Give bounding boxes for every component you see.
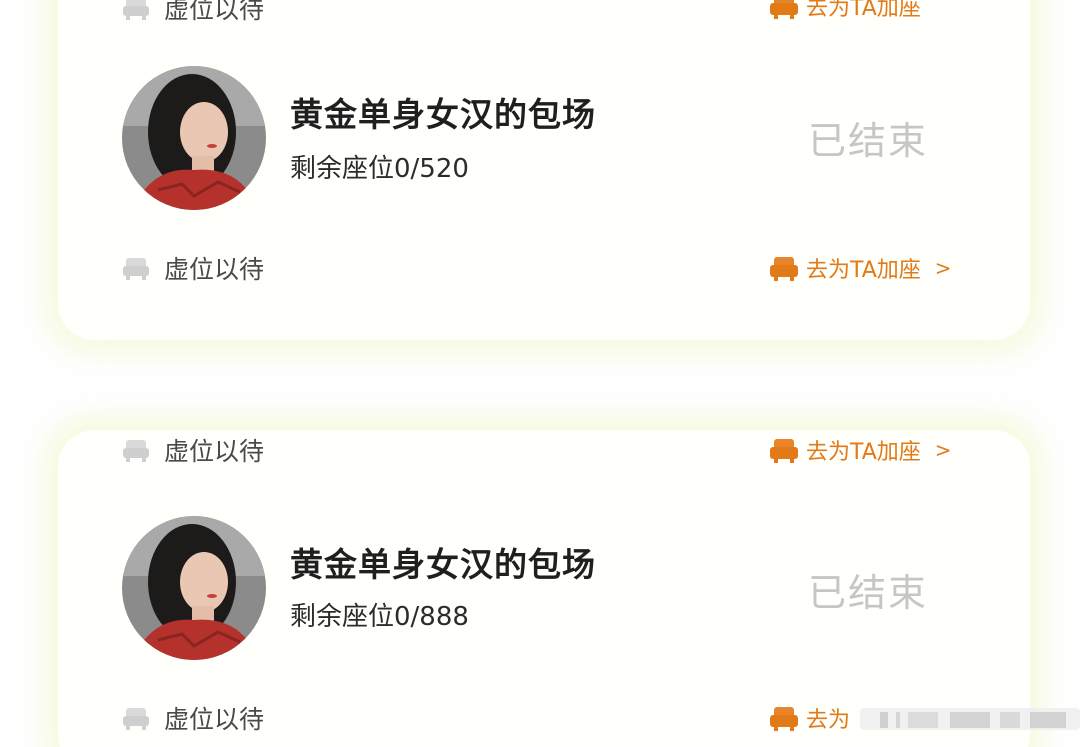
chevron-right-icon: > [934,438,952,462]
add-seat-label: 去为TA加座 [806,440,921,465]
remaining-seats: 剩余座位0/520 [290,154,469,184]
empty-seat-row: 虚位以待 [120,432,264,468]
add-seat-label: 去为 [806,708,851,733]
empty-seat-label: 虚位以待 [164,0,265,24]
armchair-filled-icon [770,707,798,731]
avatar-image [122,516,266,660]
screen: 虚位以待 去为TA加座 黄金单身女汉的包场 剩余座位0/520 已结束 虚位以待… [0,0,1086,747]
watermark [860,708,1080,730]
empty-seat-row: 虚位以待 [120,250,264,286]
add-seat-link[interactable]: 去为TA加座 > [768,252,952,284]
add-seat-link[interactable]: 去为 [768,702,850,734]
empty-seat-label: 虚位以待 [164,255,265,284]
armchair-filled-icon [770,439,798,463]
empty-seat-label: 虚位以待 [164,437,265,466]
empty-seat-row: 虚位以待 [120,700,264,736]
event-card[interactable]: 虚位以待 去为TA加座 黄金单身女汉的包场 剩余座位0/520 已结束 虚位以待… [58,0,1030,340]
event-title: 黄金单身女汉的包场 [290,95,596,134]
event-card[interactable]: 虚位以待 去为TA加座 > 黄金单身女汉的包场 剩余座位0/888 已结束 虚位… [58,430,1030,747]
chevron-right-icon: > [934,256,952,280]
add-seat-label: 去为TA加座 [806,0,921,21]
add-seat-label: 去为TA加座 [806,258,921,283]
armchair-outline-icon [123,0,149,20]
armchair-outline-icon [123,440,149,462]
empty-seat-row: 虚位以待 [120,0,264,26]
avatar[interactable] [122,516,266,660]
event-title: 黄金单身女汉的包场 [290,545,596,584]
armchair-outline-icon [123,258,149,280]
armchair-filled-icon [770,257,798,281]
add-seat-link[interactable]: 去为TA加座 [768,0,921,22]
avatar-image [122,66,266,210]
add-seat-link[interactable]: 去为TA加座 > [768,434,952,466]
avatar[interactable] [122,66,266,210]
empty-seat-label: 虚位以待 [164,705,265,734]
armchair-outline-icon [123,708,149,730]
armchair-filled-icon [770,0,798,19]
event-status: 已结束 [808,119,929,163]
event-status: 已结束 [808,571,929,615]
remaining-seats: 剩余座位0/888 [290,602,469,632]
